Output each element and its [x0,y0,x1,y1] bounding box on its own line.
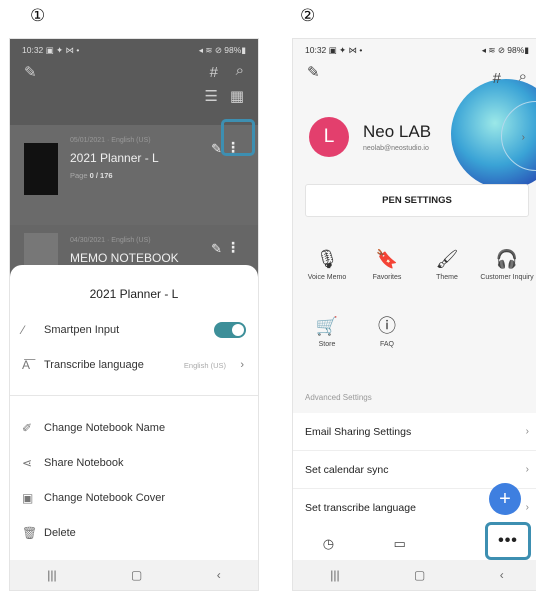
history-tab-icon[interactable]: ◷ [323,536,334,552]
notebook-cover [24,143,58,195]
add-fab-button[interactable]: + [489,483,521,515]
status-bar: 10:32 ▣ ✦ ⋈ • ◂ ≋ ⊘ 98%▮ [293,39,536,61]
hashtag-icon[interactable]: # [493,71,501,86]
chevron-right-icon: › [240,359,244,371]
status-time: 10:32 [22,45,44,55]
app-header: ✎ # ⌕ ☰ ▦ [10,61,258,125]
customer-inquiry-item[interactable]: 🎧 Customer Inquiry [479,247,535,282]
hashtag-icon[interactable]: # [210,65,218,80]
pencil-icon: ✐ [22,421,33,435]
divider [10,395,258,396]
status-icons-right: ◂ ≋ ⊘ 98%▮ [481,45,529,55]
status-icons-right: ◂ ≋ ⊘ 98%▮ [198,45,246,55]
step-marker-1: ① [30,6,46,26]
user-name: Neo LAB [363,122,432,141]
step-marker-2: ② [300,6,316,26]
phone-screen-1: 10:32 ▣ ✦ ⋈ • ◂ ≋ ⊘ 98%▮ ✎ # ⌕ ☰ ▦ 05/01… [9,38,259,591]
back-icon[interactable]: ‹ [217,568,221,582]
voice-memo-label: Voice Memo [307,274,347,281]
change-notebook-name-row[interactable]: ✐ Change Notebook Name [10,413,258,443]
pen-icon: ⁄ [22,323,25,337]
cart-icon: 🛒 [315,316,339,336]
microphone-icon: 🎙 [315,249,339,269]
transcribe-language-value: English (US) [183,360,226,370]
home-icon[interactable]: ▢ [131,568,142,582]
notebooks-tab-icon[interactable]: ▭ [394,536,406,552]
grid-view-icon[interactable]: ▦ [230,89,244,104]
home-icon[interactable]: ▢ [414,568,425,582]
list-view-icon[interactable]: ☰ [205,89,218,104]
chevron-right-icon: › [525,502,529,513]
store-item[interactable]: 🛒 Store [299,314,355,349]
status-time: 10:32 [305,45,327,55]
theme-item[interactable]: 🖌 Theme [419,247,475,282]
delete-label: Delete [44,527,76,539]
setting-label: Set calendar sync [305,463,389,476]
bookmark-icon: 🔖 [375,249,399,269]
search-icon[interactable]: ⌕ [236,63,244,78]
share-icon: ⋖ [22,456,33,470]
theme-label: Theme [436,274,458,281]
status-icons-left: ▣ ✦ ⋈ • [328,45,363,55]
change-cover-label: Change Notebook Cover [44,492,166,504]
recent-apps-icon[interactable]: ||| [330,568,339,582]
voice-memo-item[interactable]: 🎙 Voice Memo [299,247,355,282]
back-icon[interactable]: ‹ [500,568,504,582]
transcribe-language-row[interactable]: A͞ Transcribe language English (US) › [10,350,258,380]
avatar[interactable]: L [309,117,349,157]
search-icon[interactable]: ⌕ [519,69,527,84]
more-options-icon[interactable]: ⋮ [226,239,240,256]
sheet-title: 2021 Planner - L [89,287,179,301]
share-label: Share Notebook [44,457,124,469]
favorites-item[interactable]: 🔖 Favorites [359,247,415,282]
user-email: neolab@neostudio.io [363,145,429,152]
smartpen-input-toggle[interactable] [214,322,246,338]
customer-inquiry-label: Customer Inquiry [480,274,534,281]
image-icon: ▣ [22,491,34,505]
status-bar: 10:32 ▣ ✦ ⋈ • ◂ ≋ ⊘ 98%▮ [10,39,258,61]
faq-item[interactable]: ⓘ FAQ [359,314,415,349]
setting-label: Set transcribe language [305,501,416,514]
store-label: Store [318,341,336,348]
phone-screen-2: 10:32 ▣ ✦ ⋈ • ◂ ≋ ⊘ 98%▮ ✎ # ⌕ L Neo LAB… [292,38,536,591]
email-sharing-settings-row[interactable]: Email Sharing Settings › [293,413,536,451]
favorites-label: Favorites [372,274,402,281]
notebook-options-sheet: 2021 Planner - L ⁄ Smartpen Input A͞ Tra… [10,265,258,560]
chevron-right-icon[interactable]: › [522,132,525,143]
highlight-box [221,119,255,156]
setting-label: Email Sharing Settings [305,425,412,438]
trash-icon: 🗑 [22,526,38,540]
paint-roller-icon: 🖌 [435,249,459,269]
chevron-right-icon: › [525,426,529,437]
system-nav-bar: ||| ▢ ‹ [293,560,536,590]
notebook-page-count: Page 0 / 176 [70,171,113,180]
change-name-label: Change Notebook Name [44,422,166,434]
notebook-title: MEMO NOTEBOOK [70,251,179,265]
pen-settings-button[interactable]: PEN SETTINGS [305,184,529,217]
notebook-title: 2021 Planner - L [70,151,159,165]
pen-icon[interactable]: ✎ [307,65,320,80]
notebook-meta: 05/01/2021 · English (US) [70,137,151,144]
recent-apps-icon[interactable]: ||| [47,568,56,582]
chevron-right-icon: › [525,464,529,475]
delete-row[interactable]: 🗑 Delete [10,518,258,548]
share-notebook-row[interactable]: ⋖ Share Notebook [10,448,258,478]
notebook-meta: 04/30/2021 · English (US) [70,237,151,244]
more-tab-button[interactable]: ••• [485,522,531,560]
faq-label: FAQ [379,341,394,348]
system-nav-bar: ||| ▢ ‹ [10,560,258,590]
language-icon: A͞ [22,358,31,372]
status-icons-left: ▣ ✦ ⋈ • [45,45,80,55]
edit-pen-icon[interactable]: ✎ [211,241,222,257]
smartpen-input-label: Smartpen Input [44,324,120,336]
transcribe-language-label: Transcribe language [44,359,144,371]
smartpen-input-row[interactable]: ⁄ Smartpen Input [10,315,258,345]
info-icon: ⓘ [378,316,396,336]
advanced-settings-heading: Advanced Settings [305,393,372,402]
change-cover-row[interactable]: ▣ Change Notebook Cover [10,483,258,513]
pen-icon[interactable]: ✎ [24,65,37,80]
headset-icon: 🎧 [495,249,519,269]
